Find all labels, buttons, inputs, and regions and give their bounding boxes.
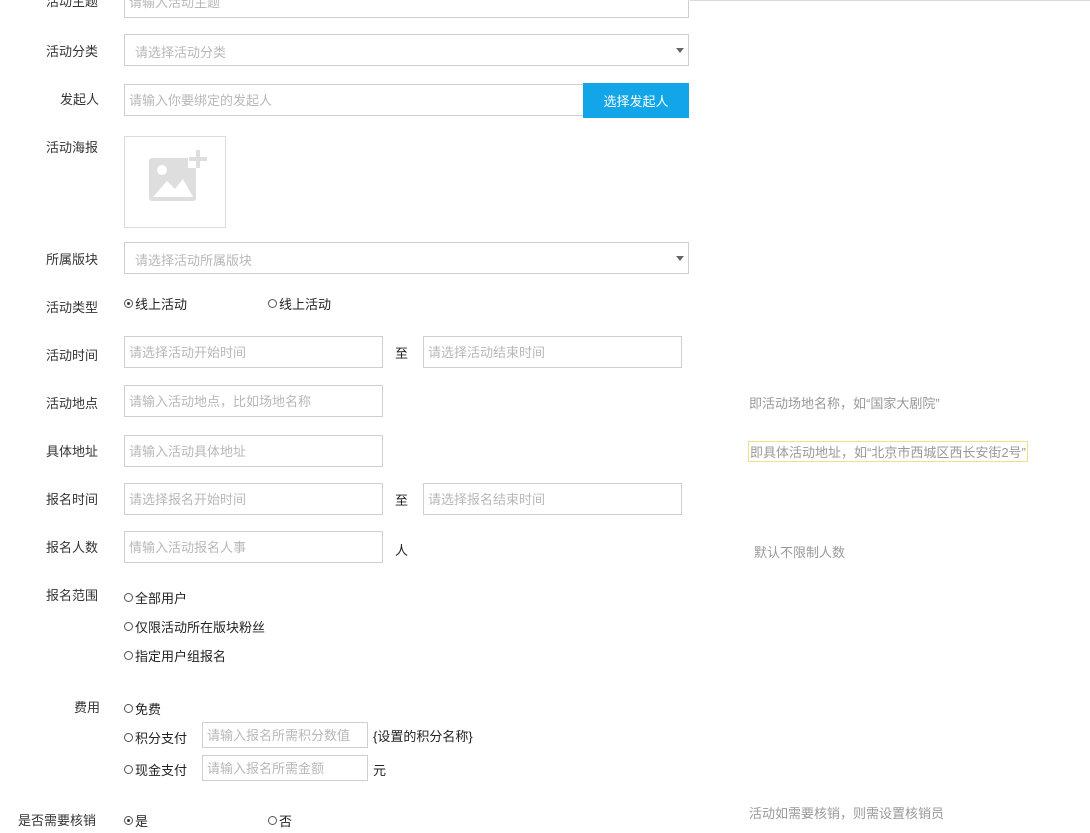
- type-label: 活动类型: [46, 300, 99, 315]
- verify-option-label: 否: [279, 814, 293, 829]
- venue-input[interactable]: [124, 385, 383, 417]
- time-label: 活动时间: [46, 348, 99, 363]
- activity-end-time-input[interactable]: [423, 336, 682, 368]
- select-initiator-button[interactable]: 选择发起人: [583, 83, 689, 118]
- radio-icon[interactable]: [268, 299, 277, 308]
- type-option-online[interactable]: 线上活动: [124, 294, 187, 313]
- radio-icon[interactable]: [124, 704, 133, 713]
- cash-input[interactable]: [202, 755, 368, 781]
- theme-input[interactable]: [124, 0, 689, 18]
- signup-end-time-input[interactable]: [423, 483, 682, 515]
- verify-option-no[interactable]: 否: [268, 811, 292, 830]
- radio-checked-icon[interactable]: [124, 299, 133, 308]
- fee-option-label: 现金支付: [135, 763, 188, 778]
- poster-upload[interactable]: [124, 136, 226, 228]
- type-option-online-2[interactable]: 线上活动: [268, 294, 331, 313]
- fee-option-free[interactable]: 免费: [124, 699, 161, 718]
- signup-count-input[interactable]: [124, 531, 383, 563]
- scope-label: 报名范围: [46, 588, 99, 603]
- scope-option-group[interactable]: 指定用户组报名: [124, 646, 226, 665]
- scope-option-fans[interactable]: 仅限活动所在版块粉丝: [124, 617, 265, 636]
- section-select[interactable]: 请选择活动所属版块: [124, 242, 689, 274]
- venue-hint: 即活动场地名称，如“国家大剧院”: [749, 396, 940, 411]
- signup-count-unit: 人: [395, 543, 409, 558]
- type-option-label: 线上活动: [135, 297, 188, 312]
- signup-time-label: 报名时间: [46, 492, 99, 507]
- section-select-placeholder: 请选择活动所属版块: [135, 253, 253, 268]
- radio-icon[interactable]: [124, 593, 133, 602]
- fee-option-points[interactable]: 积分支付: [124, 728, 187, 747]
- verify-label: 是否需要核销: [18, 813, 97, 828]
- initiator-input[interactable]: [124, 84, 584, 116]
- add-image-icon: [149, 150, 208, 201]
- chevron-down-icon: [676, 256, 684, 261]
- radio-icon[interactable]: [124, 765, 133, 774]
- fee-label: 费用: [74, 700, 101, 715]
- section-label: 所属版块: [46, 252, 99, 267]
- radio-icon[interactable]: [268, 816, 277, 825]
- fee-option-label: 积分支付: [135, 731, 188, 746]
- scope-option-label: 仅限活动所在版块粉丝: [135, 620, 266, 635]
- address-label: 具体地址: [46, 444, 99, 459]
- radio-icon[interactable]: [124, 651, 133, 660]
- category-label: 活动分类: [46, 44, 99, 59]
- verify-option-yes[interactable]: 是: [124, 811, 148, 830]
- activity-start-time-input[interactable]: [124, 336, 383, 368]
- address-hint: 即具体活动地址，如“北京市西城区西长安街2号”: [748, 441, 1028, 462]
- type-option-label: 线上活动: [279, 297, 332, 312]
- verify-hint: 活动如需要核销，则需设置核销员: [749, 806, 945, 821]
- signup-time-to-label: 至: [395, 493, 409, 508]
- category-select[interactable]: 请选择活动分类: [124, 34, 689, 66]
- cash-unit: 元: [373, 763, 387, 778]
- poster-label: 活动海报: [46, 140, 99, 155]
- scope-option-all[interactable]: 全部用户: [124, 588, 187, 607]
- initiator-label: 发起人: [60, 92, 100, 107]
- signup-count-hint: 默认不限制人数: [754, 545, 846, 560]
- signup-count-label: 报名人数: [46, 540, 99, 555]
- radio-icon[interactable]: [124, 622, 133, 631]
- chevron-down-icon: [676, 48, 684, 53]
- top-divider: [690, 0, 1090, 1]
- fee-option-label: 免费: [135, 702, 162, 717]
- radio-checked-icon[interactable]: [124, 816, 133, 825]
- verify-option-label: 是: [135, 814, 149, 829]
- category-select-placeholder: 请选择活动分类: [135, 45, 227, 60]
- fee-option-cash[interactable]: 现金支付: [124, 760, 187, 779]
- signup-start-time-input[interactable]: [124, 483, 383, 515]
- points-unit: {设置的积分名称}: [373, 729, 473, 744]
- scope-option-label: 全部用户: [135, 591, 188, 606]
- address-input[interactable]: [124, 435, 383, 467]
- time-to-label: 至: [395, 346, 409, 361]
- venue-label: 活动地点: [46, 396, 99, 411]
- theme-label: 活动主题: [46, 0, 99, 9]
- points-input[interactable]: [202, 722, 368, 748]
- radio-icon[interactable]: [124, 733, 133, 742]
- scope-option-label: 指定用户组报名: [135, 649, 227, 664]
